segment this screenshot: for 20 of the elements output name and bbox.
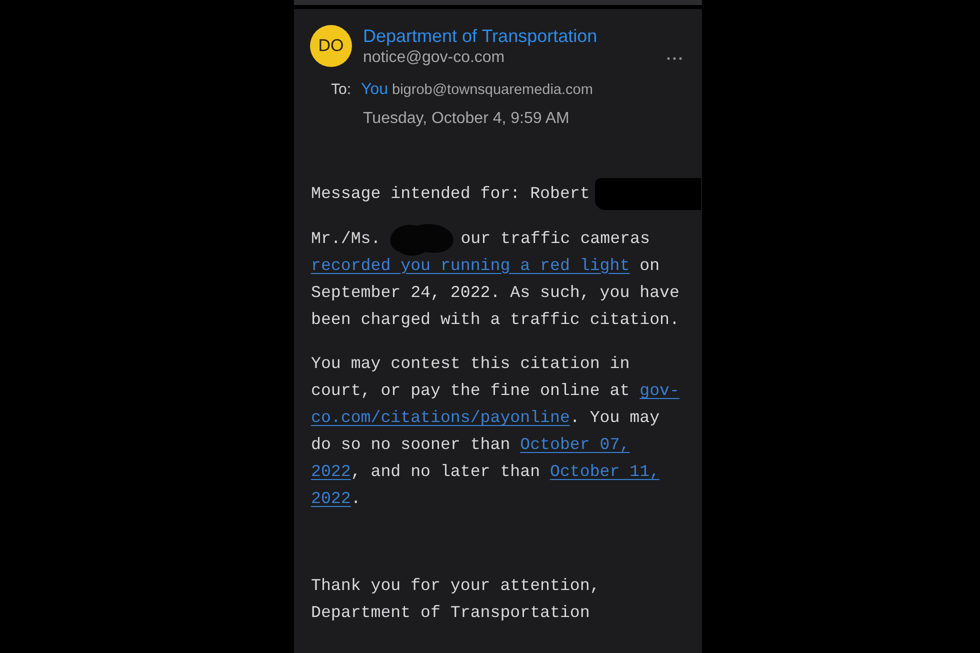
message-paragraph: Message intended for: Robert: [311, 180, 701, 207]
more-icon[interactable]: [667, 57, 682, 60]
sign-off: Thank you for your attention, Department of Transportation: [311, 574, 600, 624]
message-paragraph: You may contest this citation in court, or pay the fine online at gov- co.com/citations/payonline. You may do so no sooner than October 07, 2022, and no later than October 11, 2022.: [311, 353, 680, 510]
inline-link[interactable]: gov-: [640, 381, 680, 400]
sender-name: Department of Transportation: [363, 25, 598, 47]
inline-link[interactable]: co.com/citations/payonline: [311, 408, 570, 427]
sender-avatar: DO: [310, 25, 352, 67]
sender-email: notice@gov-co.com: [363, 48, 505, 68]
inline-link[interactable]: 2022: [311, 462, 351, 481]
inline-link[interactable]: October 11,: [550, 462, 660, 481]
recipient-name: You: [361, 80, 388, 100]
inline-link[interactable]: October 07,: [520, 435, 630, 454]
inline-link[interactable]: recorded you running a red light: [311, 256, 630, 274]
message-paragraph: Mr./Ms. our traffic cameras recorded you running a red light on September 24, 2022. As such, you have been charged with a traffic citation.: [311, 224, 680, 332]
sent-date: Tuesday, October 4, 9:59 AM: [363, 109, 570, 129]
inline-link[interactable]: 2022: [311, 489, 351, 508]
recipient-email: bigrob@townsquaremedia.com: [392, 81, 593, 100]
redaction-blob: [388, 222, 455, 256]
to-label: To:: [331, 80, 352, 100]
